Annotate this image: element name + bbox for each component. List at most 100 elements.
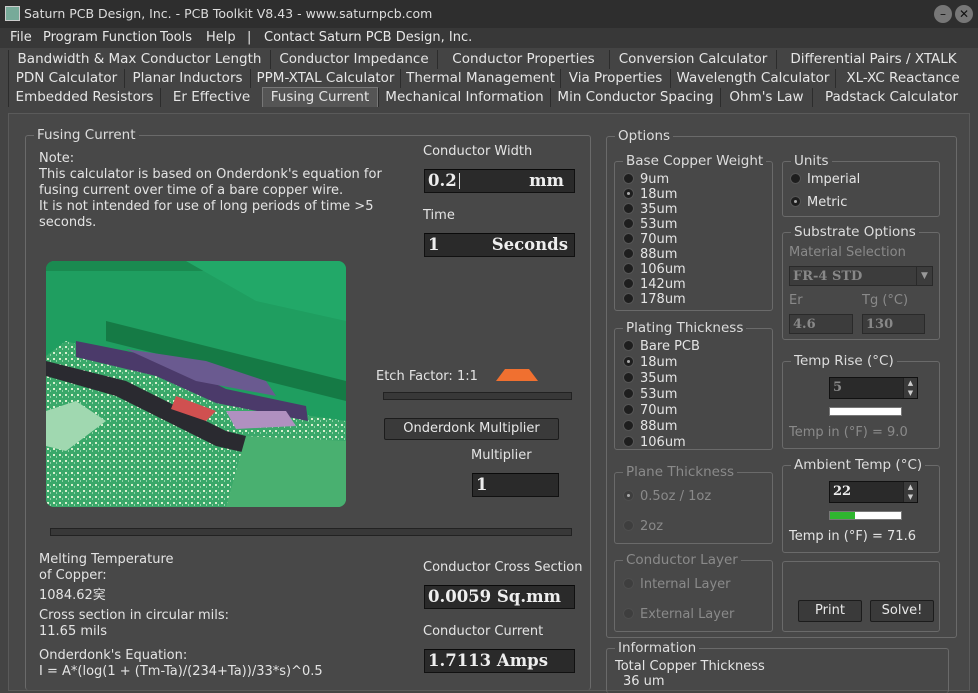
- menu-file[interactable]: File: [10, 30, 32, 45]
- fusing-current-group-label: Fusing Current: [34, 127, 139, 143]
- menu-tools[interactable]: Tools: [160, 30, 192, 45]
- temp-rise-value: 5: [833, 380, 843, 395]
- solve-button[interactable]: Solve!: [870, 600, 934, 622]
- base-copper-radio[interactable]: [623, 188, 634, 199]
- melting-temp-label-2: of Copper:: [39, 568, 107, 583]
- tab-conductor-impedance[interactable]: Conductor Impedance: [270, 50, 437, 69]
- pcb-trace-image: [46, 261, 346, 507]
- equation-text: I = A*(log(1 + (Tm-Ta)/(234+Ta))/33*s)^0…: [39, 664, 323, 679]
- plane-half-oz-label: 0.5oz / 1oz: [640, 489, 712, 504]
- menu-separator: |: [247, 30, 252, 45]
- tab-padstack-calculator[interactable]: Padstack Calculator: [812, 88, 970, 107]
- base-copper-radio[interactable]: [623, 263, 634, 274]
- plane-2oz-radio[interactable]: [623, 520, 634, 531]
- er-input[interactable]: 4.6: [789, 314, 853, 334]
- base-copper-radio[interactable]: [623, 233, 634, 244]
- base-copper-radio[interactable]: [623, 173, 634, 184]
- tab-differential-pairs[interactable]: Differential Pairs / XTALK: [776, 50, 970, 69]
- plating-label: 35um: [640, 371, 678, 386]
- imperial-radio[interactable]: [790, 173, 801, 184]
- base-copper-radio[interactable]: [623, 293, 634, 304]
- tab-row-2: PDN Calculator Planar Inductors PPM-XTAL…: [0, 69, 978, 88]
- menu-contact[interactable]: Contact Saturn PCB Design, Inc.: [264, 30, 472, 45]
- metric-label: Metric: [807, 195, 848, 210]
- material-select[interactable]: FR-4 STD ▼: [789, 266, 933, 286]
- multiplier-input[interactable]: 1: [472, 473, 559, 497]
- substrate-label: Substrate Options: [791, 224, 919, 240]
- tab-conversion-calculator[interactable]: Conversion Calculator: [609, 50, 776, 69]
- conductor-current-output: 1.7113 Amps: [424, 649, 575, 673]
- base-copper-radio[interactable]: [623, 278, 634, 289]
- print-button[interactable]: Print: [798, 600, 862, 622]
- material-selection-label: Material Selection: [789, 245, 906, 260]
- plating-radio[interactable]: [623, 420, 634, 431]
- menu-help[interactable]: Help: [206, 30, 236, 45]
- melting-temp-label-1: Melting Temperature: [39, 552, 174, 567]
- conductor-width-input[interactable]: 0.2 mm: [424, 169, 575, 193]
- tg-input[interactable]: 130: [862, 314, 925, 334]
- tab-min-conductor-spacing[interactable]: Min Conductor Spacing: [550, 88, 720, 107]
- base-copper-radio[interactable]: [623, 248, 634, 259]
- base-copper-label: 106um: [640, 262, 686, 277]
- spin-up-icon[interactable]: ▲: [903, 482, 917, 492]
- plating-radio[interactable]: [623, 340, 634, 351]
- base-copper-radio[interactable]: [623, 218, 634, 229]
- onderdonk-multiplier-button[interactable]: Onderdonk Multiplier: [384, 418, 559, 440]
- tg-value: 130: [866, 317, 894, 332]
- close-button[interactable]: ✕: [955, 5, 973, 23]
- base-copper-label: 88um: [640, 247, 678, 262]
- plating-radio[interactable]: [623, 436, 634, 447]
- ambient-spinner[interactable]: 22 ▲ ▼: [829, 481, 918, 503]
- cross-section-output: 0.0059 Sq.mm: [424, 585, 575, 609]
- note-line-3: fusing current over time of a bare coppe…: [39, 183, 344, 198]
- minimize-button[interactable]: –: [934, 5, 952, 23]
- cross-circ-mils-value: 11.65 mils: [39, 624, 108, 639]
- equation-label: Onderdonk's Equation:: [39, 648, 188, 663]
- multiplier-label: Multiplier: [471, 448, 532, 463]
- spin-down-icon[interactable]: ▼: [903, 388, 917, 398]
- temp-rise-bar: [829, 407, 902, 416]
- tab-ohms-law[interactable]: Ohm's Law: [720, 88, 812, 107]
- tab-mechanical-information[interactable]: Mechanical Information: [378, 88, 550, 107]
- plating-label: 70um: [640, 403, 678, 418]
- plating-radio[interactable]: [623, 404, 634, 415]
- conductor-width-label: Conductor Width: [423, 144, 533, 159]
- tab-embedded-resistors[interactable]: Embedded Resistors: [8, 88, 160, 107]
- menu-program-function[interactable]: Program Function: [43, 30, 157, 45]
- external-layer-radio[interactable]: [623, 608, 634, 619]
- spin-up-icon[interactable]: ▲: [903, 378, 917, 388]
- tab-planar-inductors[interactable]: Planar Inductors: [124, 69, 250, 88]
- tab-er-effective[interactable]: Er Effective: [160, 88, 262, 107]
- time-slider[interactable]: [50, 528, 572, 536]
- tab-xl-xc-reactance[interactable]: XL-XC Reactance: [835, 69, 970, 88]
- base-copper-radio[interactable]: [623, 203, 634, 214]
- tab-pdn-calculator[interactable]: PDN Calculator: [8, 69, 124, 88]
- tab-bandwidth[interactable]: Bandwidth & Max Conductor Length: [8, 50, 270, 69]
- temp-rise-spinner[interactable]: 5 ▲ ▼: [829, 377, 918, 399]
- conductor-layer-label: Conductor Layer: [623, 552, 741, 568]
- er-value: 4.6: [793, 317, 816, 332]
- plating-radio[interactable]: [623, 388, 634, 399]
- tab-via-properties[interactable]: Via Properties: [560, 69, 670, 88]
- conductor-width-unit: mm: [529, 171, 564, 190]
- tab-fusing-current[interactable]: Fusing Current: [262, 87, 378, 107]
- spin-down-icon[interactable]: ▼: [903, 492, 917, 502]
- tab-wavelength-calculator[interactable]: Wavelength Calculator: [670, 69, 835, 88]
- plating-radio[interactable]: [623, 372, 634, 383]
- plane-half-oz-radio[interactable]: [623, 490, 634, 501]
- etch-factor-label: Etch Factor:: [376, 369, 453, 384]
- information-label: Information: [615, 640, 700, 656]
- time-input[interactable]: 1 Seconds: [424, 233, 575, 257]
- internal-layer-label: Internal Layer: [640, 577, 731, 592]
- tab-thermal-management[interactable]: Thermal Management: [400, 69, 560, 88]
- tab-conductor-properties[interactable]: Conductor Properties: [437, 50, 609, 69]
- plating-radio[interactable]: [623, 356, 634, 367]
- note-line-1: Note:: [39, 151, 75, 166]
- plating-label: 18um: [640, 355, 678, 370]
- tab-row-3: Embedded Resistors Er Effective Fusing C…: [0, 87, 978, 107]
- internal-layer-radio[interactable]: [623, 578, 634, 589]
- etch-factor-slider[interactable]: [383, 392, 572, 400]
- etch-factor-trapezoid-icon: [495, 368, 539, 385]
- tab-ppm-xtal[interactable]: PPM-XTAL Calculator: [250, 69, 400, 88]
- metric-radio[interactable]: [790, 196, 801, 207]
